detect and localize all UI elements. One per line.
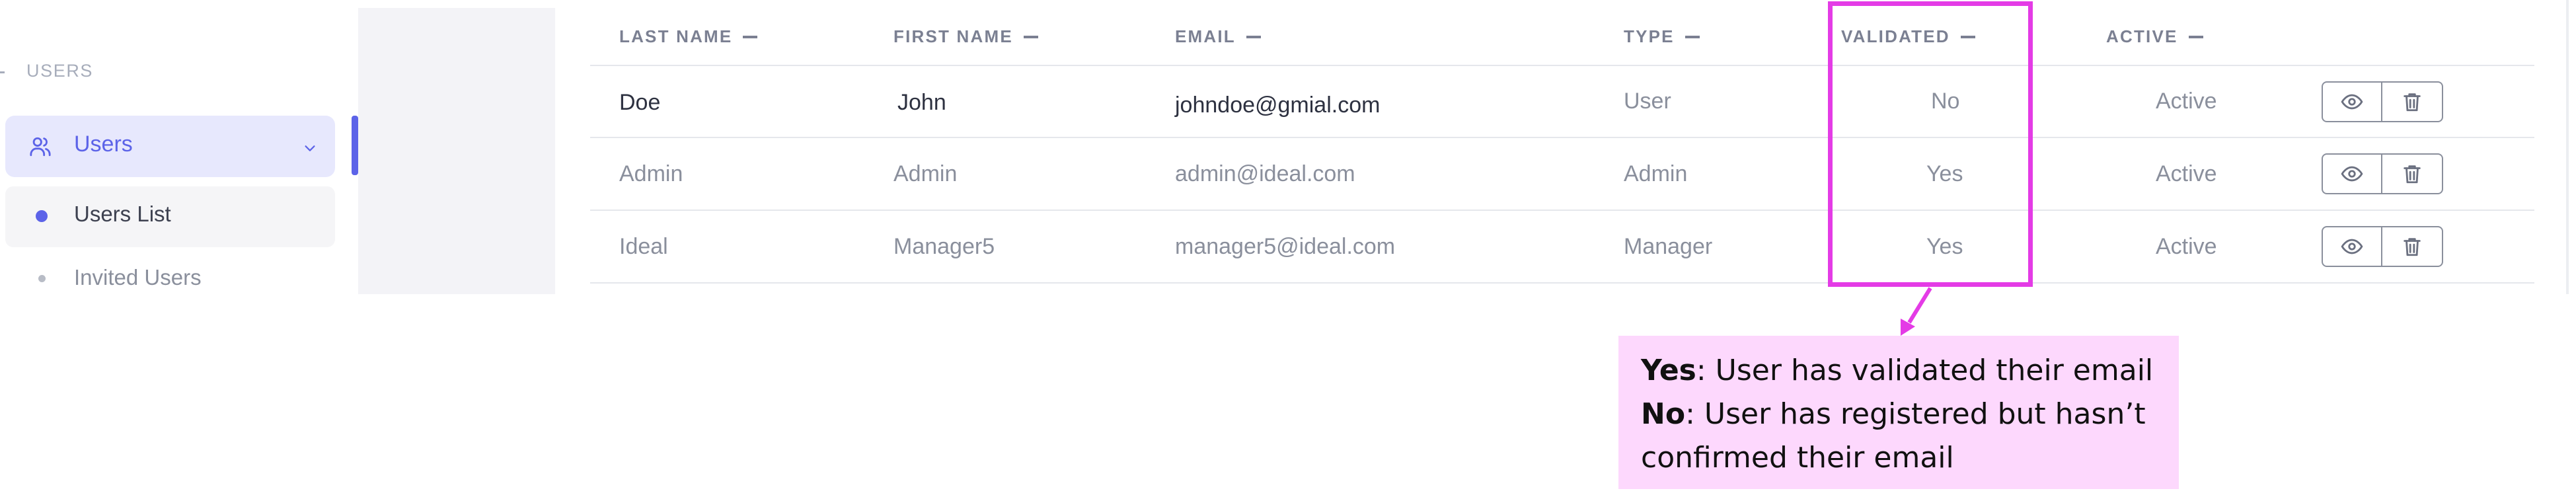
validated-explanation-callout: Yes: User has validated their email No: … xyxy=(1618,336,2179,489)
sort-dash-icon xyxy=(1023,35,1038,38)
cell-email: admin@ideal.com xyxy=(1175,161,1355,186)
eye-icon xyxy=(2341,239,2363,254)
sort-dash-icon xyxy=(743,35,758,38)
view-button[interactable] xyxy=(2322,226,2382,267)
callout-yes-term: Yes xyxy=(1641,354,1696,387)
sidebar-subitem-label[interactable]: Users List xyxy=(74,202,171,227)
column-header-last-name[interactable]: LAST NAME xyxy=(619,26,758,47)
cell-first-name: Manager5 xyxy=(893,234,995,259)
callout-yes-text: : User has validated their email xyxy=(1696,354,2154,387)
callout-no-text: : User has registered but hasn’t confirm… xyxy=(1641,397,2146,475)
chevron-down-icon xyxy=(305,145,315,151)
eye-icon xyxy=(2341,94,2363,110)
delete-button[interactable] xyxy=(2382,226,2443,267)
sort-dash-icon xyxy=(1246,35,1261,38)
column-header-type[interactable]: TYPE xyxy=(1624,26,1700,47)
scrollbar-track[interactable] xyxy=(2566,0,2569,294)
column-header-email[interactable]: EMAIL xyxy=(1175,26,1261,47)
cell-active: Active xyxy=(2156,89,2217,114)
sidebar-section-title: USERS xyxy=(26,61,94,81)
cell-last-name: Ideal xyxy=(619,234,668,259)
active-indicator-bar xyxy=(352,116,358,175)
bullet-icon xyxy=(38,275,46,282)
cell-type: Manager xyxy=(1624,234,1713,259)
cell-first-name: John xyxy=(897,90,946,115)
trash-icon xyxy=(2404,165,2421,184)
cell-type: Admin xyxy=(1624,161,1688,186)
screenshot-canvas: USERS Users Users List Invited Users LAS… xyxy=(0,0,2576,499)
validated-column-highlight xyxy=(1828,1,2033,287)
sidebar-item-label: Users xyxy=(74,132,133,157)
view-button[interactable] xyxy=(2322,81,2382,122)
table-divider xyxy=(590,137,2534,138)
section-dash xyxy=(0,71,5,73)
active-bullet-icon xyxy=(36,210,48,222)
cell-email: johndoe@gmial.com xyxy=(1175,93,1381,118)
table-divider xyxy=(590,210,2534,211)
cell-last-name: Admin xyxy=(619,161,683,186)
cell-active: Active xyxy=(2156,161,2217,186)
users-icon xyxy=(30,137,51,157)
callout-no-term: No xyxy=(1641,397,1686,431)
column-header-active[interactable]: ACTIVE xyxy=(2106,26,2203,47)
delete-button[interactable] xyxy=(2382,81,2443,122)
sidebar-subitem-invited-users[interactable]: Invited Users xyxy=(74,265,202,290)
cell-first-name: Admin xyxy=(893,161,958,186)
trash-icon xyxy=(2404,238,2421,256)
sidebar-item-users[interactable]: Users xyxy=(5,116,335,177)
delete-button[interactable] xyxy=(2382,153,2443,194)
table-divider xyxy=(590,282,2534,284)
sort-dash-icon xyxy=(2188,35,2203,38)
table-divider xyxy=(590,65,2534,66)
trash-icon xyxy=(2404,93,2421,112)
column-header-first-name[interactable]: FIRST NAME xyxy=(893,26,1038,47)
cell-type: User xyxy=(1624,89,1671,114)
cell-last-name: Doe xyxy=(619,90,661,115)
sort-dash-icon xyxy=(1685,35,1700,38)
sidebar: USERS Users Users List Invited Users xyxy=(0,0,358,294)
cell-email: manager5@ideal.com xyxy=(1175,234,1396,259)
cell-active: Active xyxy=(2156,234,2217,259)
content-gutter xyxy=(358,8,555,294)
view-button[interactable] xyxy=(2322,153,2382,194)
eye-icon xyxy=(2341,166,2363,182)
